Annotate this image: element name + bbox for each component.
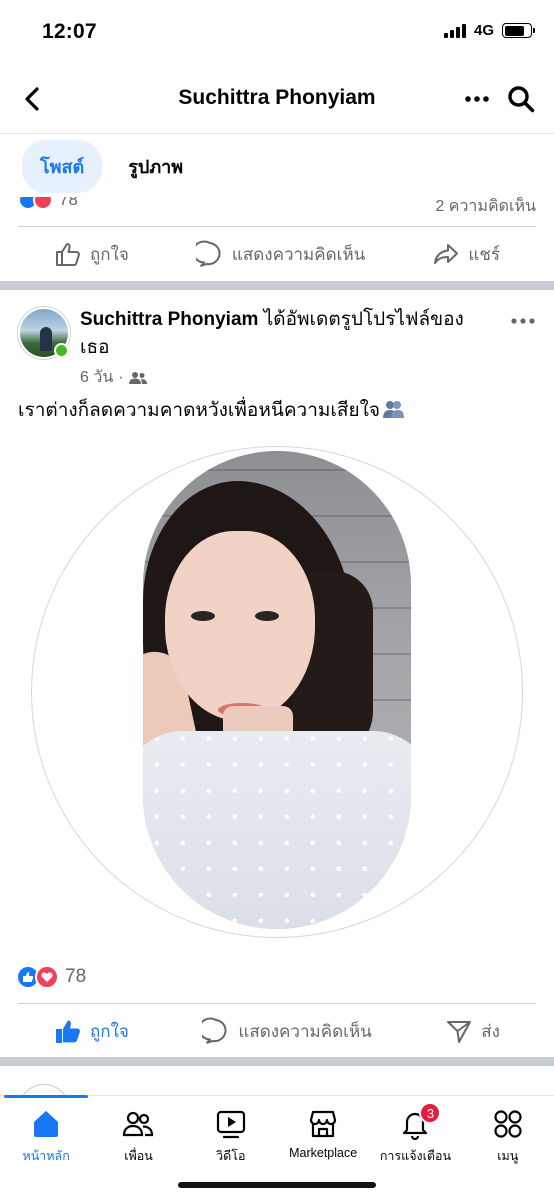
post-options-button[interactable] xyxy=(510,308,536,334)
comment-button[interactable]: แสดงความคิดเห็น xyxy=(202,1017,372,1045)
search-button[interactable] xyxy=(506,84,536,114)
thumbs-up-filled-icon xyxy=(56,1020,80,1043)
home-indicator xyxy=(178,1182,376,1188)
send-button[interactable]: ส่ง xyxy=(445,1017,500,1045)
battery-icon xyxy=(502,23,535,38)
nav-marketplace[interactable]: Marketplace xyxy=(277,1108,369,1166)
post-actions: ถูกใจ แสดงความคิดเห็น ส่ง xyxy=(0,1005,554,1057)
nav-friends-label: เพื่อน xyxy=(124,1149,153,1163)
home-icon xyxy=(34,1111,59,1137)
comment-icon xyxy=(202,1017,227,1044)
comment-label: แสดงความคิดเห็น xyxy=(231,244,366,264)
share-label: แชร์ xyxy=(468,244,500,264)
nav-home[interactable]: หน้าหลัก xyxy=(0,1108,92,1166)
nav-notifications[interactable]: 3 การแจ้งเตือน xyxy=(369,1102,461,1166)
notification-badge: 3 xyxy=(419,1102,442,1124)
comment-label: แสดงความคิดเห็น xyxy=(238,1021,372,1041)
nav-menu[interactable]: เมนู xyxy=(462,1108,554,1166)
send-icon xyxy=(447,1021,472,1043)
more-horizontal-icon xyxy=(465,96,489,102)
network-label: 4G xyxy=(473,22,494,39)
friends-icon xyxy=(123,1111,154,1137)
nav-video[interactable]: วิดีโอ xyxy=(185,1108,277,1166)
send-label: ส่ง xyxy=(481,1021,500,1041)
menu-icon xyxy=(494,1110,522,1138)
like-button[interactable]: ถูกใจ xyxy=(54,240,129,268)
post-header-text: Suchittra Phonyiam ได้อัพเดตรูปโปรไฟล์ขอ… xyxy=(80,306,480,362)
signal-icon xyxy=(443,23,466,38)
comment-icon xyxy=(195,240,221,267)
online-status-dot xyxy=(54,343,69,358)
nav-notifications-label: การแจ้งเตือน xyxy=(379,1149,452,1163)
author-name[interactable]: Suchittra Phonyiam xyxy=(80,309,258,330)
nav-home-label: หน้าหลัก xyxy=(22,1149,70,1163)
share-button[interactable]: แชร์ xyxy=(432,240,500,268)
friends-icon xyxy=(128,371,147,384)
like-label: ถูกใจ xyxy=(90,244,129,264)
more-options-button[interactable] xyxy=(464,86,490,112)
nav-friends[interactable]: เพื่อน xyxy=(92,1108,184,1166)
profile-tabs: โพสต์ รูปภาพ xyxy=(0,135,554,197)
tab-photos[interactable]: รูปภาพ xyxy=(128,140,183,193)
nav-menu-label: เมนู xyxy=(497,1149,519,1163)
post-meta: 6 วัน · xyxy=(80,365,147,390)
post-body: เราต่างก็ลดความคาดหวังเพื่อหนีความเสียใจ xyxy=(18,400,381,421)
search-icon xyxy=(508,86,535,113)
more-horizontal-icon xyxy=(511,318,535,324)
post-reactions[interactable]: 78 xyxy=(16,965,86,989)
tab-posts[interactable]: โพสต์ xyxy=(22,139,103,193)
post-text: เราต่างก็ลดความคาดหวังเพื่อหนีความเสียใจ xyxy=(18,398,405,424)
love-reaction-icon xyxy=(35,965,59,989)
share-icon xyxy=(434,244,459,264)
feed-separator xyxy=(0,281,554,290)
profile-photo[interactable] xyxy=(143,451,411,929)
post-time[interactable]: 6 วัน xyxy=(80,365,113,390)
feed-separator xyxy=(0,1057,554,1066)
active-tab-indicator xyxy=(4,1095,88,1098)
video-icon xyxy=(216,1110,245,1139)
nav-video-label: วิดีโอ xyxy=(216,1149,246,1163)
status-time: 12:07 xyxy=(42,20,97,43)
like-button[interactable]: ถูกใจ xyxy=(54,1017,129,1045)
thumbs-up-icon xyxy=(56,243,80,266)
bottom-navigation: หน้าหลัก เพื่อน วิดีโอ Marketplace 3 การ… xyxy=(0,1095,554,1200)
comment-count[interactable]: 2 ความคิดเห็น xyxy=(435,194,536,216)
status-indicators: 4G xyxy=(443,22,535,39)
top-header: Suchittra Phonyiam xyxy=(0,64,554,134)
divider xyxy=(18,1003,536,1004)
divider xyxy=(18,226,536,227)
nav-marketplace-label: Marketplace xyxy=(289,1146,358,1160)
comment-button[interactable]: แสดงความคิดเห็น xyxy=(195,240,366,268)
status-bar: 12:07 4G xyxy=(0,0,554,64)
busts-emoji-icon xyxy=(383,401,405,418)
reaction-count: 78 xyxy=(65,966,87,987)
marketplace-icon xyxy=(310,1110,337,1138)
previous-post-actions: ถูกใจ แสดงความคิดเห็น แชร์ xyxy=(0,228,554,280)
like-label: ถูกใจ xyxy=(90,1021,129,1041)
meta-separator: · xyxy=(118,368,124,386)
